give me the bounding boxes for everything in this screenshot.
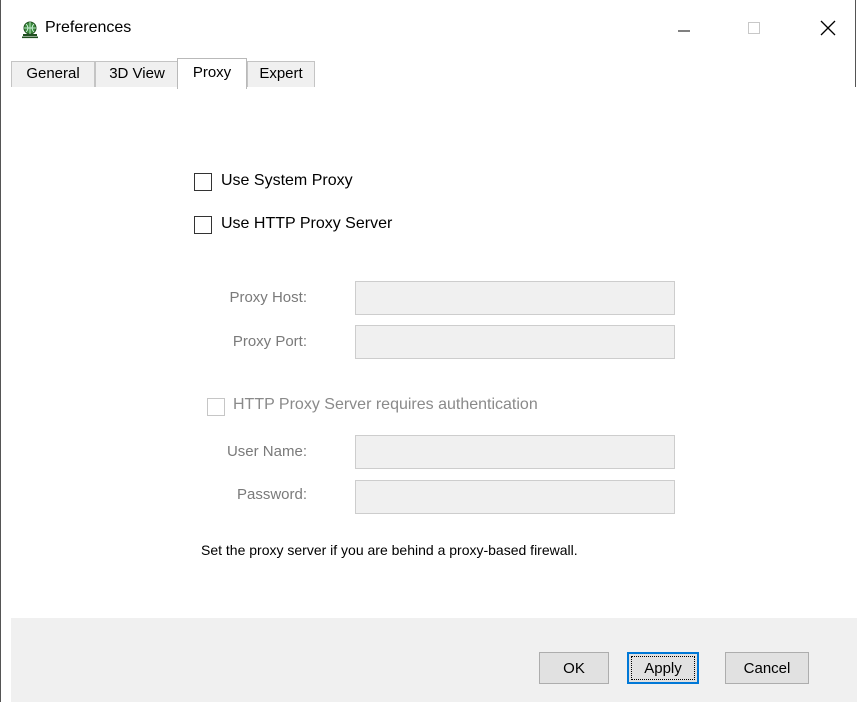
minimize-button[interactable] [661, 8, 707, 48]
maximize-button[interactable] [731, 8, 777, 48]
proxy-host-label: Proxy Host: [229, 289, 307, 306]
use-system-proxy-checkbox[interactable] [194, 173, 212, 191]
requires-auth-label[interactable]: HTTP Proxy Server requires authenticatio… [233, 396, 538, 414]
tab-expert[interactable]: Expert [247, 61, 315, 87]
proxy-note: Set the proxy server if you are behind a… [201, 542, 578, 558]
password-label: Password: [236, 486, 307, 503]
preferences-window: Preferences General 3D View Proxy Expert… [0, 0, 857, 702]
ok-button[interactable]: OK [539, 652, 609, 684]
close-icon [820, 20, 836, 36]
close-button[interactable] [805, 8, 851, 48]
focus-ring [631, 656, 695, 680]
window-title: Preferences [45, 19, 132, 36]
use-system-proxy-label[interactable]: Use System Proxy [221, 172, 353, 190]
proxy-panel: Use System Proxy Use HTTP Proxy Server P… [11, 87, 857, 618]
maximize-icon [747, 21, 761, 35]
proxy-host-input[interactable] [355, 281, 675, 315]
button-bar: OK Apply Cancel [11, 618, 857, 702]
user-name-input[interactable] [355, 435, 675, 469]
globe-app-icon [21, 21, 39, 39]
use-http-proxy-checkbox[interactable] [194, 216, 212, 234]
tab-3d-view[interactable]: 3D View [95, 61, 179, 87]
cancel-button[interactable]: Cancel [725, 652, 809, 684]
use-http-proxy-label[interactable]: Use HTTP Proxy Server [221, 215, 392, 233]
minimize-icon [677, 21, 691, 35]
title-bar[interactable]: Preferences [1, 0, 855, 58]
tab-proxy[interactable]: Proxy [177, 58, 247, 89]
tab-strip: General 3D View Proxy Expert [11, 58, 857, 89]
requires-auth-checkbox[interactable] [207, 398, 225, 416]
tab-general[interactable]: General [11, 61, 95, 87]
password-input[interactable] [355, 480, 675, 514]
user-name-label: User Name: [226, 443, 307, 460]
apply-button[interactable]: Apply [627, 652, 699, 684]
proxy-port-input[interactable] [355, 325, 675, 359]
proxy-port-label: Proxy Port: [232, 333, 307, 350]
